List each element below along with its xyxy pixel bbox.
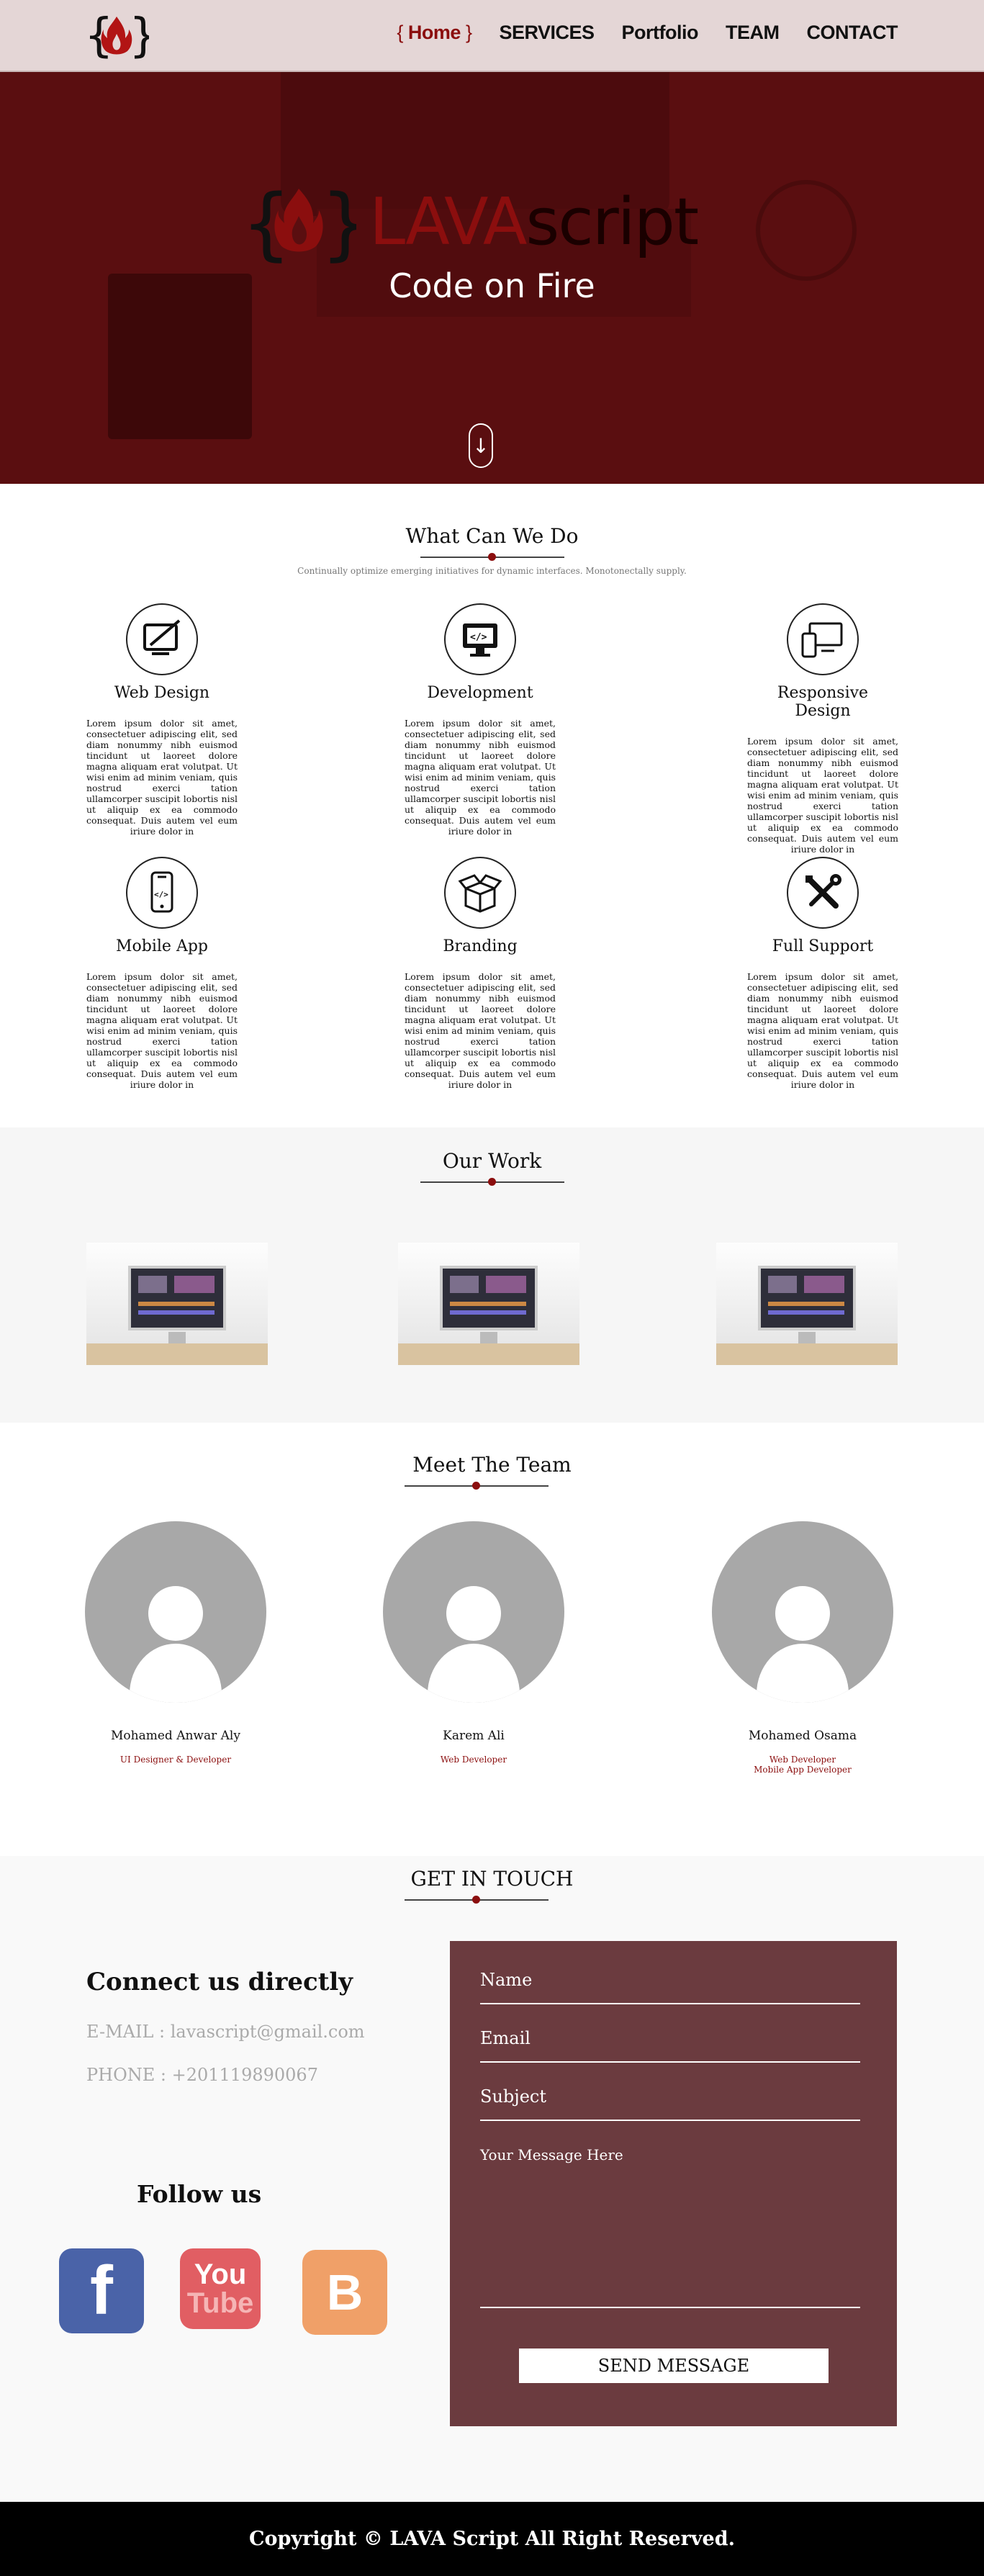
subject-field[interactable]: Subject — [480, 2086, 860, 2121]
hero-tagline: Code on Fire — [389, 266, 595, 305]
services-divider — [420, 553, 564, 562]
hero-logo-word-script: script — [525, 184, 699, 260]
portfolio-thumbnail[interactable] — [398, 1243, 579, 1365]
service-text: Lorem ipsum dolor sit amet, consectetuer… — [86, 718, 238, 837]
team-title: Meet The Team — [412, 1453, 572, 1477]
facebook-icon[interactable]: f — [59, 2248, 144, 2333]
nav-contact[interactable]: CONTACT — [807, 22, 898, 44]
nav-brace-open: { — [397, 22, 403, 43]
service-text: Lorem ipsum dolor sit amet, consectetuer… — [405, 718, 556, 837]
nav-home-label: Home — [407, 22, 461, 43]
services-subtitle: Continually optimize emerging initiative… — [297, 566, 687, 576]
footer-copyright: Copyright © LAVA Script All Right Reserv… — [0, 2502, 984, 2576]
avatar-placeholder-icon — [712, 1521, 893, 1703]
member-role: Web Developer — [440, 1755, 507, 1765]
contact-title: GET IN TOUCH — [410, 1867, 574, 1891]
email-field[interactable]: Email — [480, 2028, 860, 2063]
hero-banner: { } LAVAscript Code on Fire ↓ — [0, 72, 984, 484]
work-title: Our Work — [442, 1149, 542, 1173]
hero-logo-word-lava: LAVA — [369, 184, 527, 260]
devices-icon — [787, 603, 859, 675]
service-title: Branding — [443, 937, 518, 955]
team-member: Mohamed Osama Web Developer Mobile App D… — [709, 1521, 896, 1775]
code-monitor-icon: </> — [444, 603, 516, 675]
team-member: Mohamed Anwar Aly UI Designer & Develope… — [82, 1521, 269, 1765]
member-role: UI Designer & Developer — [119, 1755, 232, 1765]
facebook-glyph: f — [90, 2252, 113, 2329]
contact-section: GET IN TOUCH Connect us directly E-MAIL … — [0, 1856, 984, 2502]
contact-divider — [405, 1896, 549, 1904]
service-text: Lorem ipsum dolor sit amet, consectetuer… — [747, 736, 898, 855]
service-text: Lorem ipsum dolor sit amet, consectetuer… — [86, 971, 238, 1090]
email-line[interactable]: E-MAIL : lavascript@gmail.com — [86, 2022, 365, 2042]
nav-team[interactable]: TEAM — [726, 22, 780, 44]
member-role: Web Developer — [769, 1755, 836, 1765]
portfolio-thumbnail[interactable] — [86, 1243, 268, 1365]
service-title: Development — [427, 684, 533, 702]
phone-line[interactable]: PHONE : +201119890067 — [86, 2065, 318, 2085]
top-navbar: { } { Home } SERVICES Portfolio TEAM CON… — [0, 0, 984, 72]
service-responsive-design: Responsive Design Lorem ipsum dolor sit … — [747, 603, 898, 855]
team-member: Karem Ali Web Developer — [380, 1521, 567, 1765]
nav-home[interactable]: { Home } — [397, 22, 472, 44]
brand-logo[interactable]: { } — [82, 9, 151, 63]
our-work-section: Our Work — [0, 1127, 984, 1423]
member-name: Mohamed Osama — [748, 1729, 857, 1743]
message-textarea[interactable]: Your Message Here — [480, 2146, 860, 2308]
work-divider — [420, 1178, 564, 1186]
member-name: Mohamed Anwar Aly — [111, 1729, 240, 1743]
youtube-glyph-you: You — [194, 2258, 247, 2290]
youtube-glyph-tube: Tube — [186, 2287, 254, 2319]
service-title: Web Design — [114, 684, 210, 702]
service-branding: Branding Lorem ipsum dolor sit amet, con… — [405, 857, 556, 1090]
youtube-icon[interactable]: You Tube — [180, 2248, 261, 2329]
mobile-code-icon: </> — [126, 857, 198, 929]
name-field[interactable]: Name — [480, 1970, 860, 2004]
svg-text:</>: </> — [154, 890, 168, 899]
service-title: Full Support — [772, 937, 874, 955]
svg-text:{: { — [241, 179, 292, 265]
service-mobile-app: </> Mobile App Lorem ipsum dolor sit ame… — [86, 857, 238, 1090]
services-title: What Can We Do — [405, 524, 579, 548]
service-title: Responsive Design — [777, 684, 869, 720]
tools-icon — [787, 857, 859, 929]
contact-form: Name Email Subject Your Message Here SEN… — [450, 1941, 897, 2426]
flame-braces-logo-icon: { } — [84, 9, 149, 63]
open-box-icon — [444, 857, 516, 929]
service-web-design: Web Design Lorem ipsum dolor sit amet, c… — [86, 603, 238, 837]
member-name: Karem Ali — [443, 1729, 505, 1743]
avatar-placeholder-icon — [383, 1521, 564, 1703]
avatar-placeholder-icon — [85, 1521, 266, 1703]
arrow-down-icon: ↓ — [472, 433, 489, 458]
blogger-icon[interactable]: B — [302, 2250, 387, 2335]
magnifier-backdrop — [756, 180, 857, 281]
team-divider — [405, 1482, 549, 1490]
hero-logo: { } LAVAscript — [241, 179, 745, 265]
design-tablet-icon — [126, 603, 198, 675]
service-development: </> Development Lorem ipsum dolor sit am… — [405, 603, 556, 837]
svg-text:</>: </> — [470, 632, 487, 643]
scroll-down-button[interactable]: ↓ — [469, 423, 493, 468]
nav-portfolio[interactable]: Portfolio — [622, 22, 699, 44]
service-full-support: Full Support Lorem ipsum dolor sit amet,… — [747, 857, 898, 1090]
portfolio-thumbnail[interactable] — [716, 1243, 898, 1365]
nav-services[interactable]: SERVICES — [499, 22, 595, 44]
connect-heading: Connect us directly — [86, 1968, 353, 1996]
service-title: Mobile App — [116, 937, 208, 955]
main-nav: { Home } SERVICES Portfolio TEAM CONTACT — [397, 22, 898, 44]
member-role-secondary: Mobile App Developer — [754, 1765, 852, 1775]
svg-text:}: } — [320, 179, 356, 265]
send-message-button[interactable]: SEND MESSAGE — [519, 2348, 829, 2383]
svg-text:}: } — [129, 9, 149, 63]
nav-brace-close: } — [465, 22, 472, 43]
service-text: Lorem ipsum dolor sit amet, consectetuer… — [405, 971, 556, 1090]
service-text: Lorem ipsum dolor sit amet, consectetuer… — [747, 971, 898, 1090]
blogger-glyph: B — [326, 2264, 364, 2320]
flame-braces-icon: { } — [241, 179, 356, 265]
follow-heading: Follow us — [137, 2180, 262, 2208]
